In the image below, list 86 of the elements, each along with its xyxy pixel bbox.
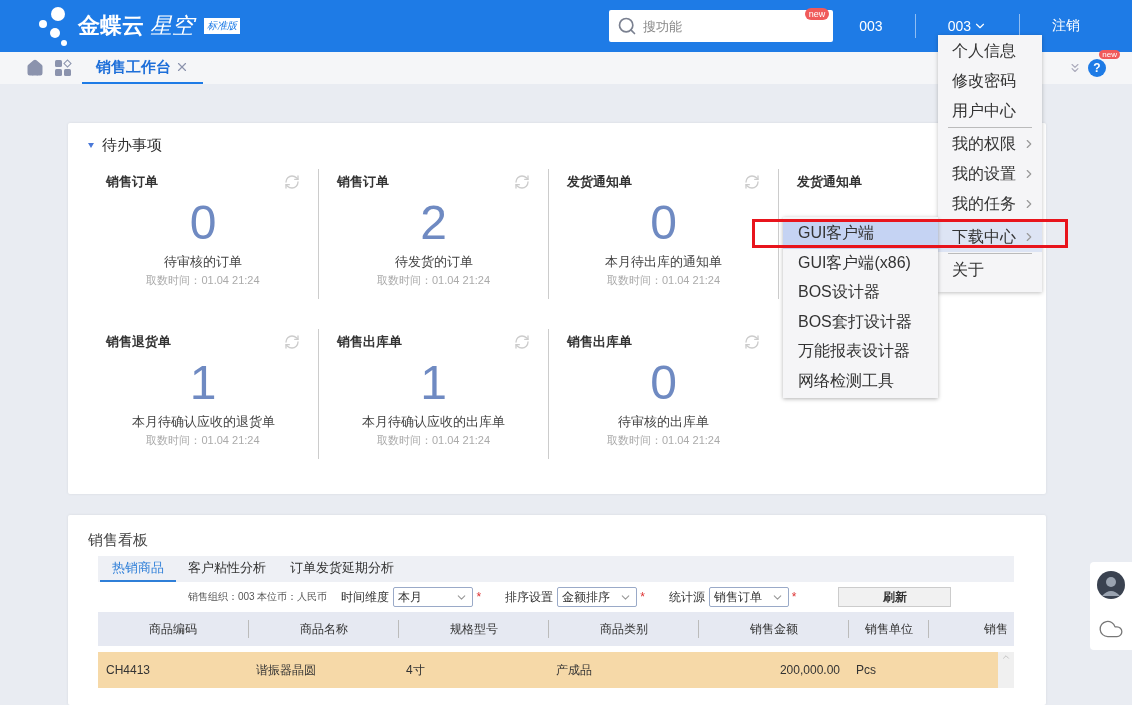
filter-label: 时间维度 (341, 588, 390, 606)
fetch-time: 取数时间：01.04 21:24 (376, 433, 491, 448)
refresh-icon[interactable] (284, 174, 300, 190)
expand-caret-icon[interactable] (88, 142, 94, 148)
refresh-icon[interactable] (514, 334, 530, 350)
required-mark: * (640, 590, 645, 604)
board-tab[interactable]: 热销商品 (100, 556, 176, 582)
edition-badge: 标准版 (204, 18, 240, 34)
collapse-icon[interactable] (1068, 61, 1082, 75)
chevron-up-icon[interactable] (1001, 652, 1011, 662)
column-header[interactable]: 商品名称 (248, 620, 398, 638)
menu-item[interactable]: 我的设置 (938, 159, 1042, 189)
board-tab[interactable]: 客户粘性分析 (176, 556, 278, 582)
refresh-icon[interactable] (284, 334, 300, 350)
filter-select[interactable]: 销售订单 (708, 587, 789, 607)
new-badge: new (1099, 50, 1120, 59)
table-cell-text: Pcs (855, 662, 877, 679)
todo-title: 发货通知单 (567, 173, 632, 191)
todo-description: 本月待确认应收的出库单 (362, 413, 505, 431)
refresh-icon[interactable] (744, 334, 760, 350)
table-cell-text: CH4413 (105, 662, 152, 679)
todo-title: 发货通知单 (797, 173, 862, 191)
refresh-button[interactable]: 刷新 (838, 587, 952, 607)
page-tab[interactable]: 销售工作台 (82, 52, 203, 84)
search-icon (617, 16, 638, 36)
filter-select[interactable]: 金额排序 (557, 587, 638, 607)
new-badge: new (804, 8, 830, 20)
todo-description: 本月待确认应收的退货单 (131, 413, 275, 431)
apps-icon[interactable] (54, 59, 72, 77)
table-cell-text: 产成品 (555, 661, 593, 679)
column-header[interactable]: 商品编码 (98, 620, 248, 638)
fetch-time: 取数时间：01.04 21:24 (146, 433, 260, 448)
refresh-icon[interactable] (514, 174, 530, 190)
table-cell-text: 谐振器晶圆 (255, 661, 317, 679)
filter-label: 统计源 (668, 588, 705, 606)
table-cell-text: 4寸 (405, 661, 426, 679)
logo-text: 金蝶云 (78, 12, 144, 40)
menu-item[interactable]: 网络检测工具 (783, 366, 938, 396)
menu-item[interactable]: 下载中心 (938, 222, 1042, 252)
todo-title: 销售订单 (106, 173, 158, 191)
required-mark: * (791, 590, 797, 604)
required-mark: * (476, 590, 482, 604)
help-button[interactable]: ? (1088, 59, 1106, 77)
column-header[interactable]: 销售金额 (698, 620, 848, 638)
todo-description: 本月待出库的通知单 (605, 253, 722, 271)
todo-title: 销售退货单 (106, 333, 171, 351)
fetch-time: 取数时间：01.04 21:24 (606, 273, 721, 288)
todo-title: 销售出库单 (567, 333, 632, 351)
section-title: 销售看板 (88, 531, 149, 550)
org-info: 销售组织：003 本位币：人民币 (188, 590, 328, 604)
table-cell-text: 200,000.00 (778, 662, 841, 679)
todo-title: 销售订单 (337, 173, 389, 191)
menu-item[interactable]: 修改密码 (938, 66, 1042, 96)
filter-select[interactable]: 本月 (393, 587, 474, 607)
refresh-icon[interactable] (744, 174, 760, 190)
menu-item[interactable]: BOS套打设计器 (783, 307, 938, 337)
filter-label: 排序设置 (505, 588, 554, 606)
section-title: 待办事项 (102, 135, 162, 155)
menu-item[interactable]: 我的权限 (938, 129, 1042, 159)
column-header[interactable]: 商品类别 (548, 620, 698, 638)
home-icon[interactable] (26, 59, 44, 77)
menu-item[interactable]: 关于 (938, 255, 1042, 285)
fetch-time: 取数时间：01.04 21:24 (146, 273, 260, 288)
user-menu-button[interactable]: 003 (947, 18, 987, 34)
menu-item[interactable]: 万能报表设计器 (783, 337, 938, 367)
menu-item[interactable]: GUI客户端(x86) (783, 248, 938, 278)
org-link[interactable]: 003 (859, 18, 883, 34)
todo-title: 销售出库单 (337, 333, 402, 351)
logout-link[interactable]: 注销 (1052, 17, 1080, 35)
column-header[interactable]: 销售单位 (848, 620, 928, 638)
todo-description: 待审核的出库单 (618, 413, 709, 431)
todo-description: 待审核的订单 (164, 253, 242, 271)
close-icon[interactable] (175, 60, 189, 74)
table-row[interactable]: CH4413 谐振器晶圆 4寸 产成品 200,000.00 Pcs (98, 652, 998, 688)
board-tab[interactable]: 订单发货延期分析 (278, 556, 406, 582)
menu-item[interactable]: 个人信息 (938, 36, 1042, 66)
menu-item[interactable]: 用户中心 (938, 96, 1042, 126)
menu-item[interactable]: 我的任务 (938, 189, 1042, 219)
column-header[interactable]: 规格型号 (398, 620, 548, 638)
avatar[interactable] (1097, 570, 1125, 599)
todo-description: 待发货的订单 (394, 253, 473, 271)
fetch-time: 取数时间：01.04 21:24 (606, 433, 721, 448)
column-header[interactable]: 销售 (928, 620, 1014, 638)
menu-item[interactable]: BOS设计器 (783, 278, 938, 308)
fetch-time: 取数时间：01.04 21:24 (376, 273, 491, 288)
scrollbar[interactable] (998, 652, 1014, 688)
